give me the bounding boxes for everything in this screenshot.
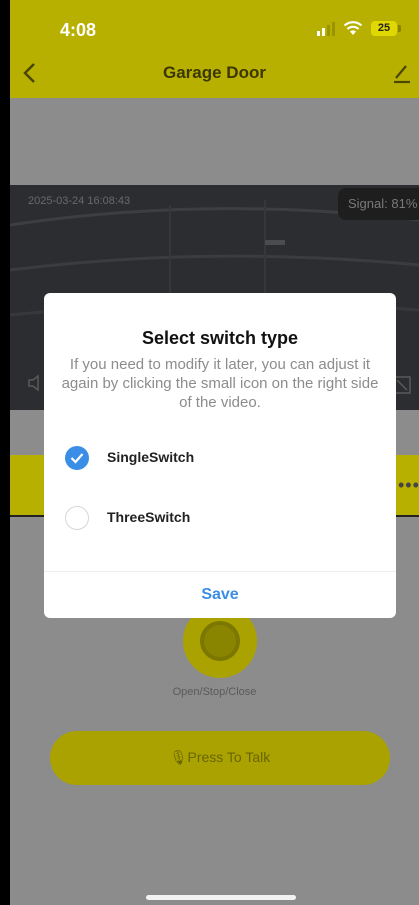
edit-icon[interactable] — [392, 62, 412, 84]
door-button-label: Open/Stop/Close — [172, 686, 257, 698]
battery-tip — [398, 25, 401, 32]
option-label: SingleSwitch — [107, 449, 195, 465]
door-button-icon — [200, 621, 240, 661]
dialog-description: If you need to modify it later, you can … — [61, 356, 379, 411]
talk-button-label: 🎙Press To Talk — [169, 749, 271, 765]
home-indicator — [146, 895, 296, 900]
status-time: 4:08 — [60, 20, 97, 40]
option-three-switch[interactable]: ThreeSwitch — [44, 497, 396, 537]
wifi-icon — [343, 21, 363, 35]
radio-checked-icon[interactable] — [65, 446, 89, 470]
nav-bar: Garage Door — [10, 48, 419, 98]
option-label: ThreeSwitch — [107, 509, 191, 525]
status-bar: 4:08 25 — [10, 0, 419, 48]
select-switch-type-dialog: Select switch type If you need to modify… — [44, 293, 396, 618]
video-timestamp: 2025-03-24 16:08:43 — [28, 195, 131, 207]
signal-strength-badge: Signal: 81% — [338, 188, 419, 220]
radio-unchecked-icon[interactable] — [65, 506, 89, 530]
battery-level: 25 — [371, 21, 397, 36]
page-title: Garage Door — [163, 63, 266, 82]
cellular-signal-icon — [317, 22, 335, 36]
option-single-switch[interactable]: SingleSwitch — [44, 437, 396, 477]
more-options-icon[interactable]: ••• — [398, 476, 419, 494]
press-to-talk-button[interactable]: 🎙Press To Talk — [50, 731, 390, 785]
dialog-title: Select switch type — [141, 328, 299, 348]
volume-icon[interactable] — [26, 373, 46, 393]
app-screen: 4:08 25 Garage Door 2025-03-24 16:08:43 … — [10, 0, 419, 905]
save-button[interactable]: Save — [44, 572, 396, 618]
